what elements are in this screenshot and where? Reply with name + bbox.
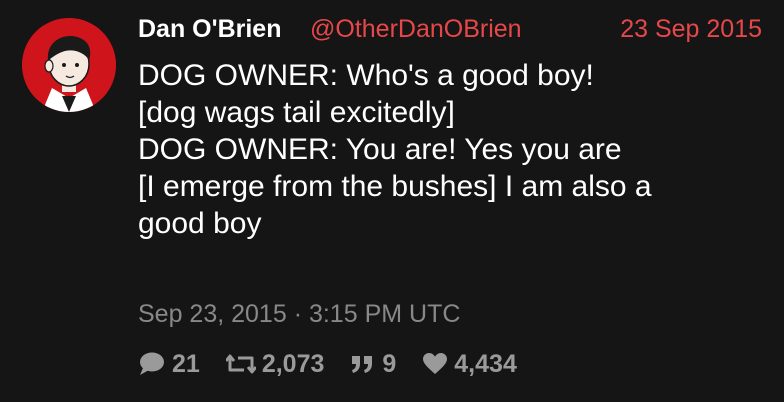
heart-icon	[422, 352, 448, 376]
retweets-count: 2,073	[261, 349, 325, 378]
quotes-count: 9	[382, 349, 397, 378]
comment-icon	[138, 351, 166, 377]
author-username[interactable]: @OtherDanOBrien	[310, 14, 522, 44]
tweet-content-line: [I emerge from the bushes] I am also a	[138, 170, 652, 203]
quote-icon	[350, 353, 376, 375]
quotes-stat[interactable]: 9	[350, 350, 396, 379]
avatar-cartoon-face-image	[22, 18, 116, 112]
avatar[interactable]	[22, 18, 116, 112]
comments-stat[interactable]: 21	[138, 350, 200, 379]
tweet-content-line: DOG OWNER: You are! Yes you are	[138, 133, 622, 166]
author-fullname[interactable]: Dan O'Brien	[138, 14, 281, 44]
likes-stat[interactable]: 4,434	[422, 350, 517, 379]
likes-count: 4,434	[454, 349, 517, 378]
tweet-stats: 21 2,073 9 4,434	[138, 349, 543, 379]
retweets-stat[interactable]: 2,073	[225, 349, 325, 379]
comments-count: 21	[172, 349, 200, 378]
tweet-content-line: good boy	[138, 207, 262, 240]
tweet-content: DOG OWNER: Who's a good boy! [dog wags t…	[138, 57, 768, 242]
retweet-icon	[225, 352, 256, 376]
tweet-published-timestamp: Sep 23, 2015 · 3:15 PM UTC	[138, 300, 461, 328]
tweet: Dan O'Brien @OtherDanOBrien 23 Sep 2015 …	[0, 0, 784, 402]
tweet-date[interactable]: 23 Sep 2015	[620, 14, 762, 44]
tweet-content-line: DOG OWNER: Who's a good boy!	[138, 59, 594, 92]
tweet-content-line: [dog wags tail excitedly]	[138, 96, 455, 129]
